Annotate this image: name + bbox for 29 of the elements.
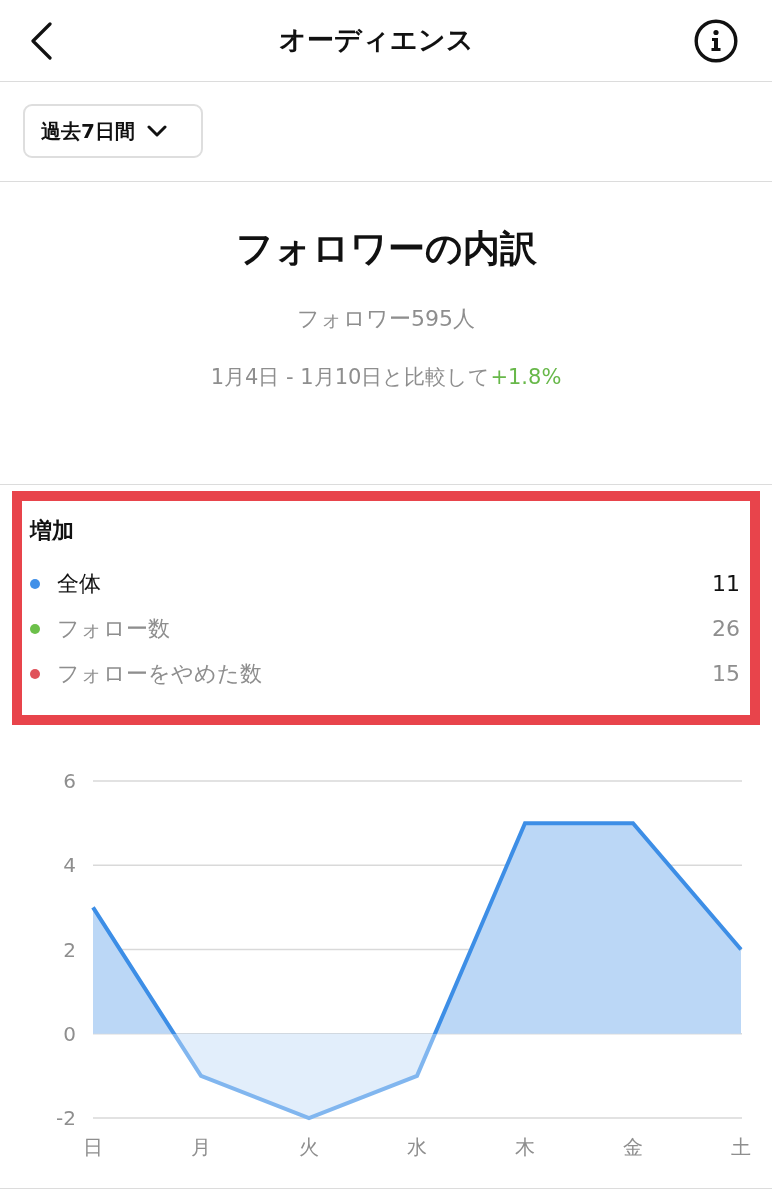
change-percent: +1.8% <box>490 364 562 391</box>
legend-label: 全体 <box>57 570 101 598</box>
y-axis-label: 4 <box>63 853 76 878</box>
legend-value: 11 <box>712 570 740 598</box>
x-axis-label: 木 <box>515 1135 535 1159</box>
info-icon <box>694 18 738 63</box>
legend-label: フォローをやめた数 <box>57 660 262 688</box>
x-axis-label: 土 <box>731 1135 751 1159</box>
y-axis-label: -2 <box>56 1106 76 1130</box>
x-axis-label: 金 <box>623 1135 643 1159</box>
follower-count: フォロワー595人 <box>297 305 475 333</box>
chevron-down-icon <box>146 125 167 137</box>
x-axis-label: 月 <box>191 1135 211 1159</box>
back-chevron-icon <box>30 21 52 60</box>
x-axis-label: 水 <box>407 1135 427 1159</box>
comparison-text: 1月4日 - 1月10日と比較して <box>210 364 491 391</box>
period-dropdown[interactable]: 過去7日間 <box>23 104 203 158</box>
x-axis-label: 日 <box>83 1135 103 1159</box>
section-title: フォロワーの内訳 <box>235 226 537 272</box>
page-title: オーディエンス <box>278 23 474 58</box>
info-button[interactable] <box>694 18 738 63</box>
legend-value: 15 <box>712 660 740 688</box>
legend-title: 増加 <box>30 517 74 545</box>
x-axis-label: 火 <box>299 1135 319 1159</box>
y-axis-label: 0 <box>63 1021 76 1046</box>
legend-label: フォロー数 <box>57 615 170 643</box>
y-axis-label: 6 <box>63 769 76 793</box>
y-axis-label: 2 <box>63 937 76 962</box>
legend-value: 26 <box>712 615 740 643</box>
